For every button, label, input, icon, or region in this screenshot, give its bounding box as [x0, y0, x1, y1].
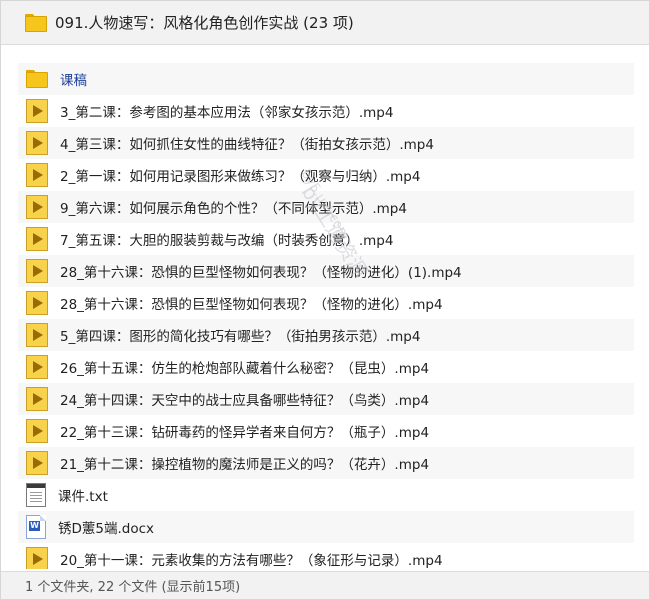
file-row[interactable]: 4_第三课：如何抓住女性的曲线特征？（街拍女孩示范）.mp4 — [18, 127, 634, 159]
video-file-icon — [26, 451, 48, 475]
file-name: 5_第四课：图形的简化技巧有哪些？（街拍男孩示范）.mp4 — [60, 329, 421, 345]
word-doc-icon: W — [26, 515, 46, 539]
video-file-icon — [26, 99, 48, 123]
video-file-icon — [26, 291, 48, 315]
video-file-icon — [26, 195, 48, 219]
folder-title: 091.人物速写：风格化角色创作实战 (23 项) — [55, 14, 354, 32]
file-row[interactable]: 28_第十六课：恐惧的巨型怪物如何表现？（怪物的进化）(1).mp4 — [18, 255, 634, 287]
video-file-icon — [26, 419, 48, 443]
file-name: 9_第六课：如何展示角色的个性？（不同体型示范）.mp4 — [60, 201, 407, 217]
file-name: 26_第十五课：仿生的枪炮部队藏着什么秘密？（昆虫）.mp4 — [60, 361, 430, 377]
video-file-icon — [26, 163, 48, 187]
file-list-window: 091.人物速写：风格化角色创作实战 (23 项) 课稿 3_第二课：参考图的基本… — [0, 0, 650, 600]
status-text: 1 个文件夹, 22 个文件 (显示前15项) — [25, 580, 241, 595]
file-name: 2_第一课：如何用记录图形来做练习？（观察与归纳）.mp4 — [60, 169, 421, 185]
file-name: 锈D藼5端.docx — [58, 521, 155, 537]
file-name: 4_第三课：如何抓住女性的曲线特征？（街拍女孩示范）.mp4 — [60, 137, 434, 153]
file-row[interactable]: 课件.txt — [18, 479, 634, 511]
file-name: 24_第十四课：天空中的战士应具备哪些特征？（鸟类）.mp4 — [60, 393, 430, 409]
file-name: 21_第十二课：操控植物的魔法师是正义的吗？（花卉）.mp4 — [60, 457, 430, 473]
folder-icon — [26, 69, 48, 89]
video-file-icon — [26, 131, 48, 155]
video-file-icon — [26, 259, 48, 283]
file-row[interactable]: 7_第五课：大胆的服装剪裁与改编（时装秀创意）.mp4 — [18, 223, 634, 255]
video-file-icon — [26, 355, 48, 379]
file-row[interactable]: 3_第二课：参考图的基本应用法（邻家女孩示范）.mp4 — [18, 95, 634, 127]
video-file-icon — [26, 387, 48, 411]
file-row[interactable]: 24_第十四课：天空中的战士应具备哪些特征？（鸟类）.mp4 — [18, 383, 634, 415]
text-file-icon — [26, 483, 46, 507]
file-row[interactable]: 5_第四课：图形的简化技巧有哪些？（街拍男孩示范）.mp4 — [18, 319, 634, 351]
video-file-icon — [26, 547, 48, 569]
file-name: 课稿 — [60, 73, 87, 89]
file-name: 课件.txt — [58, 489, 108, 505]
file-name: 7_第五课：大胆的服装剪裁与改编（时装秀创意）.mp4 — [60, 233, 394, 249]
video-file-icon — [26, 323, 48, 347]
folder-icon — [25, 13, 47, 33]
file-row[interactable]: 28_第十六课：恐惧的巨型怪物如何表现？（怪物的进化）.mp4 — [18, 287, 634, 319]
file-row[interactable]: W 锈D藼5端.docx — [18, 511, 634, 543]
file-list: 课稿 3_第二课：参考图的基本应用法（邻家女孩示范）.mp4 4_第三课：如何抓住女… — [18, 63, 634, 569]
file-name: 28_第十六课：恐惧的巨型怪物如何表现？（怪物的进化）.mp4 — [60, 297, 443, 313]
file-row[interactable]: 21_第十二课：操控植物的魔法师是正义的吗？（花卉）.mp4 — [18, 447, 634, 479]
video-file-icon — [26, 227, 48, 251]
file-row[interactable]: 26_第十五课：仿生的枪炮部队藏着什么秘密？（昆虫）.mp4 — [18, 351, 634, 383]
file-name: 20_第十一课：元素收集的方法有哪些？（象征形与记录）.mp4 — [60, 553, 443, 569]
file-name: 22_第十三课：钻研毒药的怪异学者来自何方？（瓶子）.mp4 — [60, 425, 430, 441]
file-row[interactable]: 9_第六课：如何展示角色的个性？（不同体型示范）.mp4 — [18, 191, 634, 223]
folder-header: 091.人物速写：风格化角色创作实战 (23 项) — [1, 1, 649, 45]
file-name: 3_第二课：参考图的基本应用法（邻家女孩示范）.mp4 — [60, 105, 394, 121]
file-row[interactable]: 20_第十一课：元素收集的方法有哪些？（象征形与记录）.mp4 — [18, 543, 634, 569]
file-row[interactable]: 22_第十三课：钻研毒药的怪异学者来自何方？（瓶子）.mp4 — [18, 415, 634, 447]
file-name: 28_第十六课：恐惧的巨型怪物如何表现？（怪物的进化）(1).mp4 — [60, 265, 462, 281]
status-bar: 1 个文件夹, 22 个文件 (显示前15项) — [1, 571, 649, 599]
folder-row[interactable]: 课稿 — [18, 63, 634, 95]
file-row[interactable]: 2_第一课：如何用记录图形来做练习？（观察与归纳）.mp4 — [18, 159, 634, 191]
